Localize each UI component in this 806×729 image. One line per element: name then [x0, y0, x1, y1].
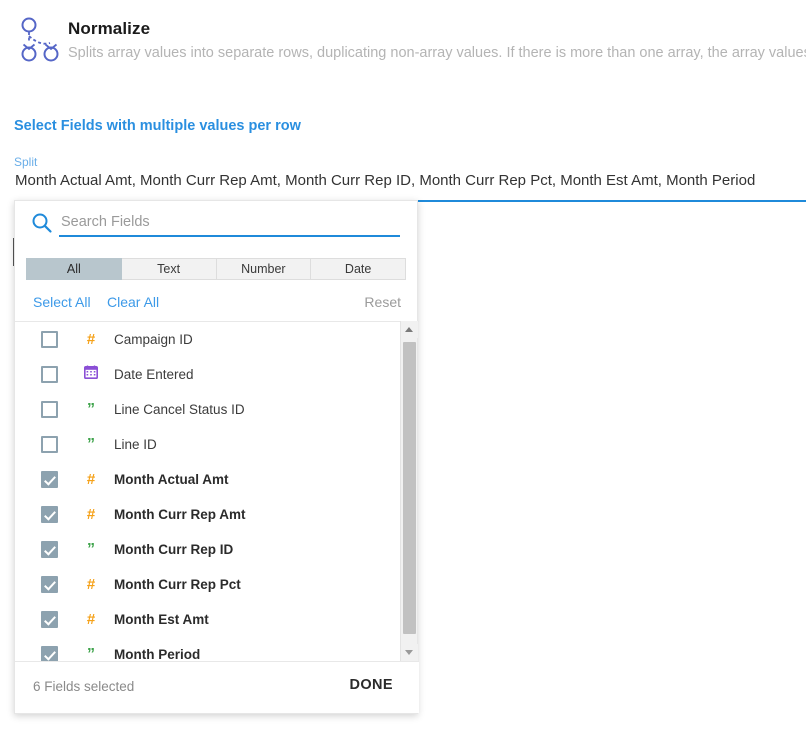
- field-list: # Campaign ID Date Entered ” Line Cancel Sta…: [15, 322, 402, 661]
- tab-text[interactable]: Text: [121, 258, 217, 280]
- field-list-viewport: # Campaign ID Date Entered ” Line Cancel Sta…: [15, 321, 419, 661]
- field-label: Month Curr Rep ID: [114, 542, 234, 557]
- normalize-tool-panel: Normalize Splits array values into separ…: [0, 0, 806, 729]
- split-field-value[interactable]: Month Actual Amt, Month Curr Rep Amt, Mo…: [15, 172, 805, 189]
- field-checkbox[interactable]: [41, 331, 58, 348]
- dropdown-footer: 6 Fields selected DONE: [15, 661, 419, 713]
- list-item[interactable]: # Month Curr Rep Amt: [15, 497, 402, 532]
- field-list-scrollbar[interactable]: [400, 321, 418, 661]
- number-type-icon: #: [86, 330, 96, 348]
- field-checkbox[interactable]: [41, 646, 58, 661]
- select-all-link[interactable]: Select All: [33, 294, 91, 310]
- field-selector-dropdown: All Text Number Date Select All Clear Al…: [14, 200, 419, 714]
- normalize-split-nodes-icon: [10, 16, 66, 68]
- list-item[interactable]: # Month Est Amt: [15, 602, 402, 637]
- field-label: Month Curr Rep Pct: [114, 577, 241, 592]
- field-label: Month Actual Amt: [114, 472, 229, 487]
- field-checkbox[interactable]: [41, 611, 58, 628]
- field-label: Date Entered: [114, 367, 194, 382]
- field-label: Month Est Amt: [114, 612, 209, 627]
- date-type-icon: [84, 365, 98, 384]
- field-checkbox[interactable]: [41, 541, 58, 558]
- page-title: Normalize: [68, 19, 151, 38]
- tool-description: Splits array values into separate rows, …: [68, 45, 806, 61]
- section-title: Select Fields with multiple values per r…: [14, 118, 301, 134]
- field-label: Line ID: [114, 437, 157, 452]
- field-checkbox[interactable]: [41, 471, 58, 488]
- field-label: Line Cancel Status ID: [114, 402, 245, 417]
- tab-all[interactable]: All: [26, 258, 122, 280]
- search-icon: [30, 211, 54, 235]
- list-item[interactable]: ” Month Curr Rep ID: [15, 532, 402, 567]
- list-item[interactable]: ” Line Cancel Status ID: [15, 392, 402, 427]
- number-type-icon: #: [86, 505, 96, 523]
- list-item[interactable]: # Month Curr Rep Pct: [15, 567, 402, 602]
- text-type-icon: ”: [87, 645, 95, 661]
- clear-all-link[interactable]: Clear All: [107, 294, 159, 310]
- field-checkbox[interactable]: [41, 576, 58, 593]
- list-item[interactable]: # Campaign ID: [15, 322, 402, 357]
- field-label: Month Period: [114, 647, 201, 661]
- field-label: Campaign ID: [114, 332, 193, 347]
- search-input[interactable]: [59, 211, 400, 237]
- scrollbar-thumb[interactable]: [403, 342, 416, 634]
- text-type-icon: ”: [87, 540, 95, 558]
- number-type-icon: #: [86, 610, 96, 628]
- text-type-icon: ”: [87, 435, 95, 453]
- list-item[interactable]: ” Month Period: [15, 637, 402, 661]
- field-checkbox[interactable]: [41, 436, 58, 453]
- selected-count-label: 6 Fields selected: [33, 679, 135, 694]
- field-checkbox[interactable]: [41, 366, 58, 383]
- chevron-down-icon: [405, 650, 413, 655]
- text-type-icon: ”: [87, 400, 95, 418]
- split-field-label: Split: [14, 155, 38, 169]
- reset-link[interactable]: Reset: [364, 294, 401, 310]
- list-item[interactable]: ” Line ID: [15, 427, 402, 462]
- scrollbar-up-button[interactable]: [401, 321, 418, 338]
- list-item[interactable]: Date Entered: [15, 357, 402, 392]
- scrollbar-down-button[interactable]: [401, 644, 418, 661]
- field-label: Month Curr Rep Amt: [114, 507, 246, 522]
- field-checkbox[interactable]: [41, 401, 58, 418]
- tab-date[interactable]: Date: [311, 258, 406, 280]
- number-type-icon: #: [86, 470, 96, 488]
- chevron-up-icon: [405, 327, 413, 332]
- done-button[interactable]: DONE: [350, 677, 394, 693]
- tab-number[interactable]: Number: [216, 258, 312, 280]
- number-type-icon: #: [86, 575, 96, 593]
- field-type-filter-tabs: All Text Number Date: [26, 258, 406, 280]
- tool-header: Normalize Splits array values into separ…: [0, 0, 806, 95]
- search-row: [15, 201, 419, 249]
- field-checkbox[interactable]: [41, 506, 58, 523]
- bulk-actions-row: Select All Clear All Reset: [15, 291, 419, 318]
- list-item[interactable]: # Month Actual Amt: [15, 462, 402, 497]
